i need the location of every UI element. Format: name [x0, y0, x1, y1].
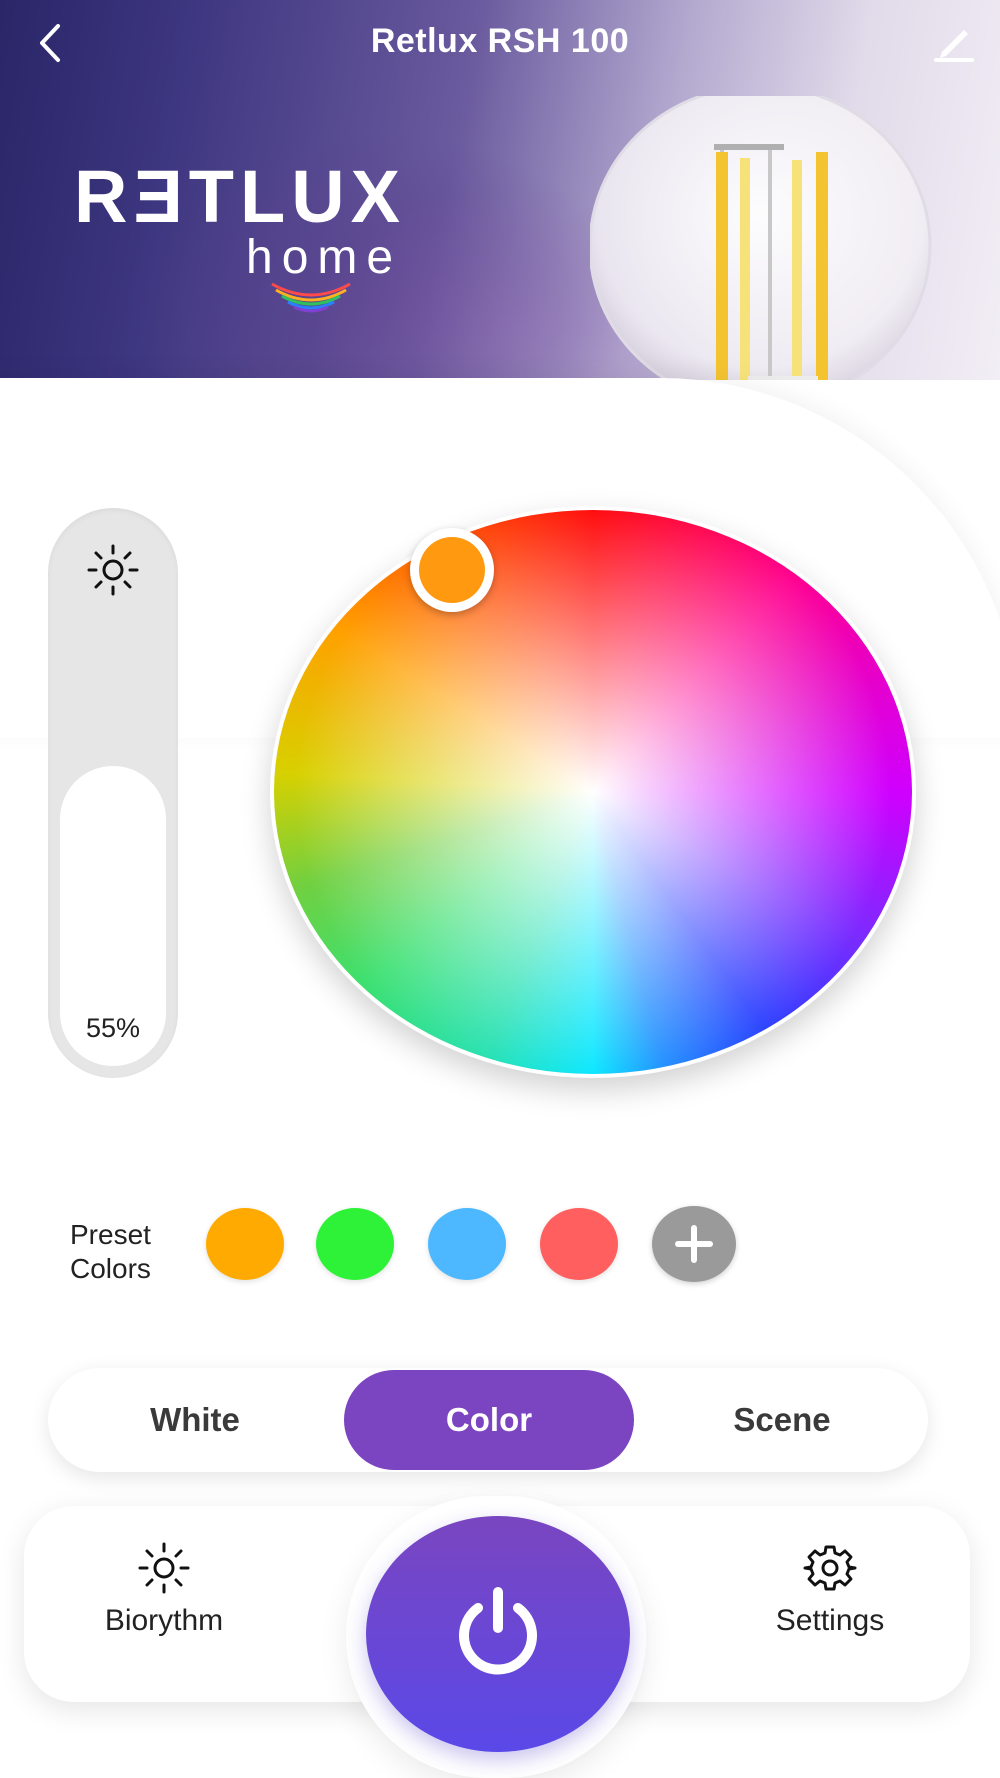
gear-icon — [803, 1545, 857, 1591]
tab-white[interactable]: White — [50, 1370, 340, 1470]
settings-label: Settings — [775, 1604, 885, 1637]
sun-icon — [87, 544, 139, 596]
color-wheel-handle[interactable] — [410, 528, 494, 612]
preset-color-swatch[interactable] — [540, 1208, 618, 1280]
preset-label-line1: Preset — [70, 1219, 151, 1250]
tab-scene[interactable]: Scene — [638, 1370, 926, 1470]
color-wheel[interactable] — [274, 510, 912, 1074]
logo-waves-icon — [271, 282, 351, 313]
tab-color[interactable]: Color — [344, 1370, 634, 1470]
power-button[interactable] — [366, 1516, 630, 1752]
preset-color-swatch[interactable] — [206, 1208, 284, 1280]
mode-tabs: White Color Scene — [48, 1368, 928, 1472]
preset-color-swatch[interactable] — [428, 1208, 506, 1280]
brightness-value: 55% — [85, 1013, 141, 1043]
retlux-home-logo: RƎTLUX home — [74, 155, 434, 313]
add-preset-button[interactable] — [652, 1206, 736, 1282]
plus-icon — [675, 1225, 713, 1263]
preset-color-swatch[interactable] — [316, 1208, 394, 1280]
preset-label-line2: Colors — [70, 1253, 151, 1284]
pencil-icon — [934, 30, 974, 62]
preset-colors-label: Preset Colors — [70, 1218, 151, 1286]
edit-button[interactable] — [928, 18, 978, 68]
top-bar: Retlux RSH 100 — [0, 0, 1000, 90]
settings-button[interactable]: Settings — [730, 1540, 930, 1638]
page-title: Retlux RSH 100 — [370, 22, 630, 60]
logo-wordmark: RƎTLUX — [74, 155, 406, 238]
power-icon — [459, 1587, 537, 1675]
color-wheel-frame — [270, 506, 916, 1078]
sun-icon — [138, 1542, 190, 1594]
biorythm-label: Biorythm — [104, 1604, 224, 1637]
brightness-slider[interactable]: 55% — [48, 508, 178, 1078]
selected-color-indicator — [419, 537, 485, 603]
biorythm-button[interactable]: Biorythm — [64, 1540, 264, 1638]
